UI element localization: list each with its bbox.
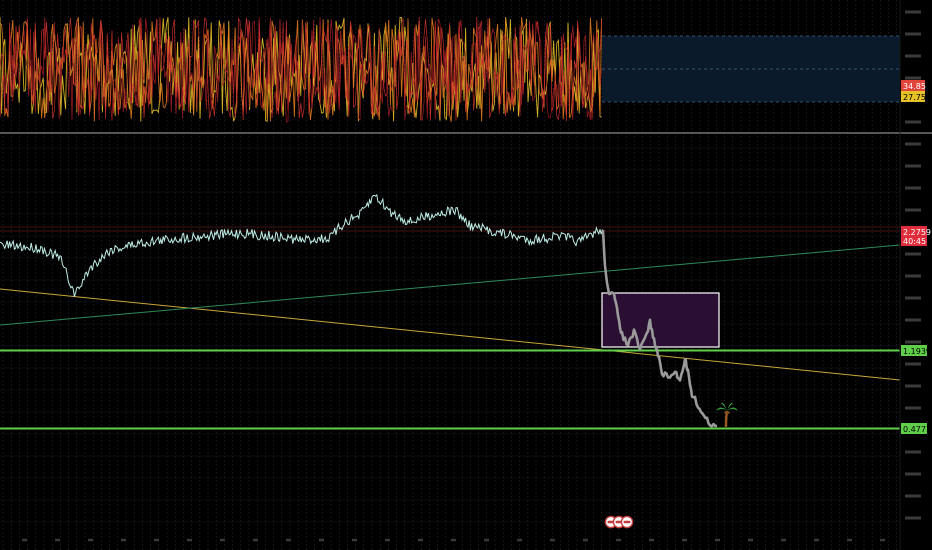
oscillator-marker-2: 27.75 [901, 91, 926, 102]
countdown-label: 40:45 [903, 237, 926, 246]
emoji-face-icon [620, 515, 634, 529]
chart-canvas: 34.85 27.75 2.2759 40:45 1.1939 0.4771 [0, 0, 932, 550]
last-price-tag: 2.2759 40:45 [901, 226, 931, 246]
last-price-label: 2.2759 [903, 228, 931, 237]
support-level-label-1: 1.1939 [903, 347, 931, 356]
oscillator-marker-1: 34.85 [901, 80, 926, 91]
support-level-tag-2: 0.4771 [901, 423, 931, 434]
support-level-tag-1: 1.1939 [901, 345, 931, 356]
support-level-label-2: 0.4771 [903, 425, 931, 434]
oscillator-marker-2-label: 27.75 [903, 93, 926, 102]
oscillator-marker-1-label: 34.85 [903, 82, 926, 91]
